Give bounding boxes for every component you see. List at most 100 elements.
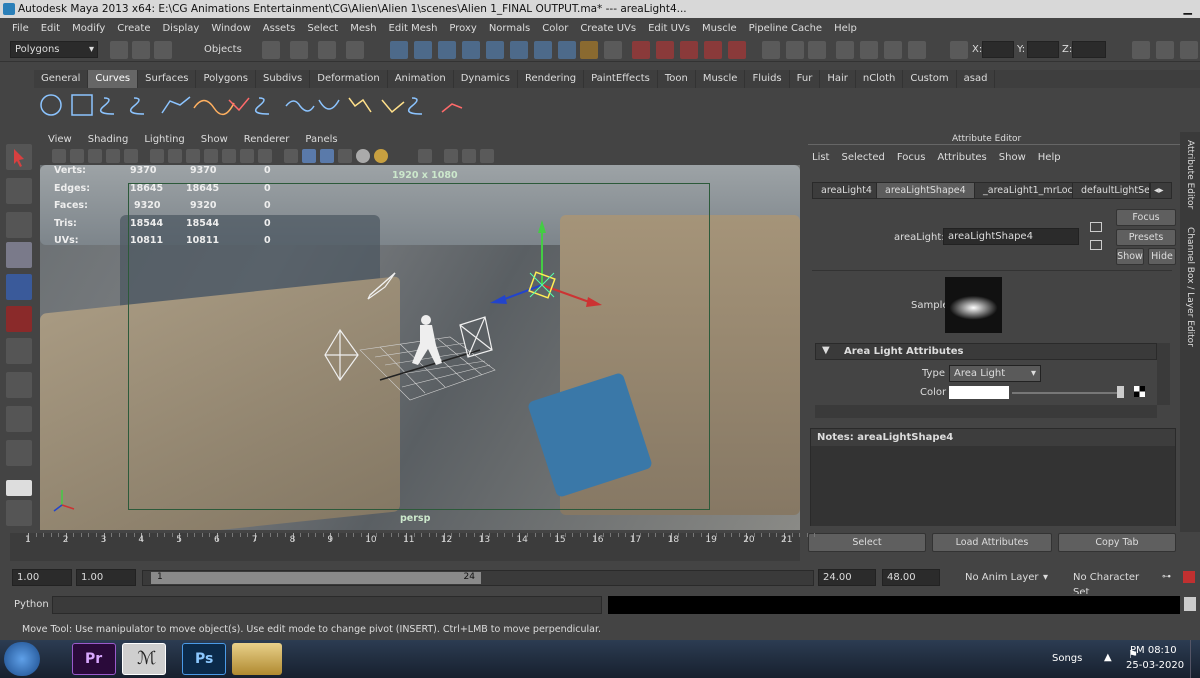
script-language-label[interactable]: Python — [14, 599, 49, 610]
script-editor-icon[interactable] — [1184, 597, 1196, 611]
color-swatch[interactable] — [949, 386, 1009, 399]
lock-selection-icon[interactable] — [346, 41, 364, 59]
shelf-tab-animation[interactable]: Animation — [388, 70, 454, 88]
menu-normals[interactable]: Normals — [483, 23, 536, 34]
render-settings-icon[interactable] — [908, 41, 926, 59]
menu-color[interactable]: Color — [536, 23, 574, 34]
outliner-layout-icon[interactable] — [6, 500, 32, 526]
ae-menu-show[interactable]: Show — [999, 152, 1026, 163]
z-input[interactable] — [1072, 41, 1106, 58]
area-light-attributes-header[interactable]: ▼ Area Light Attributes — [815, 343, 1157, 360]
notes-panel[interactable]: Notes: areaLightShape4 — [810, 428, 1176, 526]
color-slider-handle[interactable] — [1117, 386, 1124, 398]
ae-menu-selected[interactable]: Selected — [841, 152, 884, 163]
rotate-tool-icon[interactable] — [6, 274, 32, 300]
select-tool-icon[interactable] — [6, 144, 32, 170]
construction-history-icon[interactable] — [808, 41, 826, 59]
menu-proxy[interactable]: Proxy — [443, 23, 482, 34]
shelf-tab-custom[interactable]: Custom — [903, 70, 957, 88]
map-texture-icon[interactable] — [1134, 386, 1145, 397]
shelf-tab-ncloth[interactable]: nCloth — [856, 70, 904, 88]
viewport-menu-shading[interactable]: Shading — [80, 132, 137, 147]
menu-pipeline-cache[interactable]: Pipeline Cache — [743, 23, 828, 34]
use-all-lights-icon[interactable] — [356, 149, 370, 163]
horizontal-scrollbar[interactable] — [815, 405, 1157, 418]
wireframe-on-shaded-icon[interactable] — [320, 149, 334, 163]
lock-icon[interactable] — [580, 41, 598, 59]
render-view-icon[interactable] — [836, 41, 854, 59]
show-manipulator-icon[interactable] — [6, 406, 32, 432]
menu-file[interactable]: File — [6, 23, 35, 34]
lasso-tool-icon[interactable] — [6, 178, 32, 204]
scale-tool-icon[interactable] — [6, 306, 32, 332]
open-scene-icon[interactable] — [132, 41, 150, 59]
ae-tab-arealight4[interactable]: areaLight4 — [812, 182, 881, 199]
last-tool-icon[interactable] — [6, 440, 32, 466]
ae-menu-list[interactable]: List — [812, 152, 829, 163]
focus-button[interactable]: Focus — [1116, 209, 1176, 226]
input-output-icon[interactable] — [786, 41, 804, 59]
resolution-gate-icon[interactable] — [186, 149, 200, 163]
start-time-field[interactable]: 1.00 — [12, 569, 72, 586]
tab-scroll-arrows-icon[interactable]: ◂▸ — [1150, 182, 1172, 199]
select-deformations-icon[interactable] — [486, 41, 504, 59]
curves-shelf-icons[interactable] — [34, 88, 494, 122]
shadows-icon[interactable] — [374, 149, 388, 163]
snap-to-points-icon[interactable] — [680, 41, 698, 59]
notes-textarea[interactable] — [811, 446, 1175, 526]
snap-to-view-planes-icon[interactable] — [704, 41, 722, 59]
x-input[interactable] — [982, 41, 1014, 58]
viewport-menu-view[interactable]: View — [40, 132, 80, 147]
new-scene-icon[interactable] — [110, 41, 128, 59]
smooth-shade-icon[interactable] — [302, 149, 316, 163]
single-pane-layout-icon[interactable] — [6, 480, 32, 496]
menu-window[interactable]: Window — [205, 23, 256, 34]
tray-toolbar-label[interactable]: Songs — [1052, 653, 1082, 664]
character-set-dropdown[interactable]: No Character Set — [1068, 569, 1160, 598]
xray-icon[interactable] — [444, 149, 458, 163]
menu-edit[interactable]: Edit — [35, 23, 66, 34]
menu-help[interactable]: Help — [828, 23, 863, 34]
isolate-select-icon[interactable] — [418, 149, 432, 163]
image-plane-icon[interactable] — [106, 149, 120, 163]
grid-icon[interactable] — [150, 149, 164, 163]
absolute-transform-icon[interactable] — [950, 41, 968, 59]
universal-manipulator-icon[interactable] — [6, 338, 32, 364]
ae-menu-attributes[interactable]: Attributes — [937, 152, 986, 163]
start-button-icon[interactable] — [4, 642, 40, 676]
save-scene-icon[interactable] — [154, 41, 172, 59]
window-controls[interactable]: ▁ — [1184, 0, 1192, 18]
shelf-tab-fluids[interactable]: Fluids — [745, 70, 790, 88]
snap-to-curves-icon[interactable] — [656, 41, 674, 59]
shelf-tab-muscle[interactable]: Muscle — [696, 70, 746, 88]
scene-objects[interactable] — [40, 165, 800, 530]
key-icon[interactable]: ⊶ — [1162, 572, 1171, 582]
xray-joints-icon[interactable] — [462, 149, 476, 163]
ae-menu-help[interactable]: Help — [1038, 152, 1061, 163]
field-chart-icon[interactable] — [222, 149, 236, 163]
menu-modify[interactable]: Modify — [66, 23, 111, 34]
color-slider-track[interactable] — [1012, 392, 1122, 394]
copy-tab-button[interactable]: Copy Tab — [1058, 533, 1176, 552]
viewport-menu-lighting[interactable]: Lighting — [136, 132, 192, 147]
select-rendering-icon[interactable] — [534, 41, 552, 59]
attribute-editor-toggle-icon[interactable] — [1132, 41, 1150, 59]
shelf-tab-toon[interactable]: Toon — [658, 70, 696, 88]
move-tool-icon[interactable] — [6, 242, 32, 268]
viewport-menu-show[interactable]: Show — [193, 132, 236, 147]
viewport-menu-renderer[interactable]: Renderer — [236, 132, 298, 147]
vertical-scrollbar[interactable] — [1157, 343, 1170, 405]
clock-date[interactable]: 25-03-2020 — [1126, 660, 1184, 671]
menu-select[interactable]: Select — [301, 23, 344, 34]
shelf-tab-surfaces[interactable]: Surfaces — [138, 70, 197, 88]
shelf-tab-painteffects[interactable]: PaintEffects — [584, 70, 658, 88]
two-d-pan-zoom-icon[interactable] — [124, 149, 138, 163]
go-to-input-icon[interactable] — [1090, 222, 1102, 232]
render-current-frame-icon[interactable] — [860, 41, 878, 59]
shelf-tab-polygons[interactable]: Polygons — [196, 70, 256, 88]
textured-icon[interactable] — [338, 149, 352, 163]
snap-to-grids-icon[interactable] — [632, 41, 650, 59]
animation-prefs-icon[interactable] — [1183, 571, 1195, 583]
tool-settings-toggle-icon[interactable] — [1156, 41, 1174, 59]
range-slider-handle[interactable]: 1 24 — [151, 572, 481, 584]
